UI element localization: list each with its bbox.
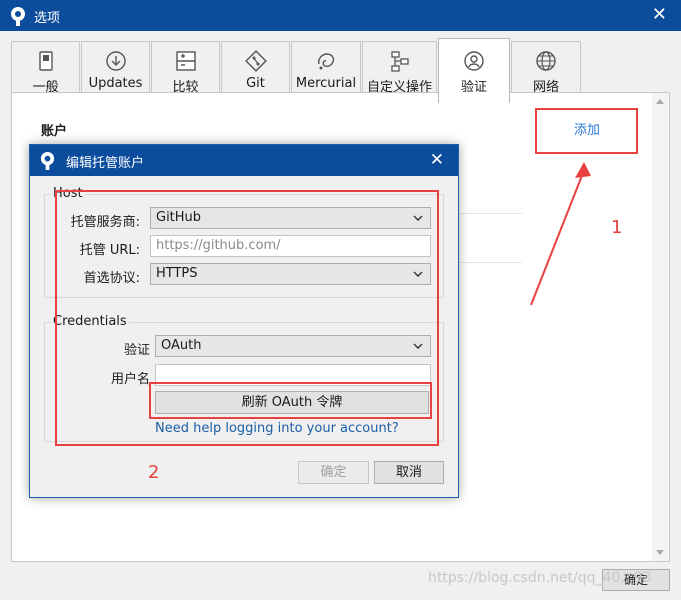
switch-icon	[38, 51, 53, 71]
user-icon	[464, 51, 484, 71]
globe-icon	[536, 51, 556, 71]
annotation-number-2: 2	[148, 462, 160, 483]
window-title: 选项	[34, 11, 61, 26]
scroll-down-arrow-icon[interactable]	[656, 550, 664, 555]
compare-icon	[175, 51, 196, 71]
annotation-box-add	[535, 108, 638, 154]
annotation-box-refresh	[149, 382, 432, 419]
dialog-titlebar: 编辑托管账户 ✕	[30, 145, 458, 176]
tab-authentication[interactable]: 验证	[438, 38, 510, 103]
dialog-title: 编辑托管账户	[66, 156, 145, 171]
custom-actions-icon	[390, 51, 409, 72]
accounts-heading: 账户	[41, 124, 68, 139]
account-row-divider	[452, 213, 522, 214]
window-close-button[interactable]: ✕	[652, 4, 667, 26]
watermark: https://blog.csdn.net/qq_40...93	[428, 570, 652, 586]
scroll-up-arrow-icon[interactable]	[656, 99, 664, 104]
window-titlebar: 选项 ✕	[0, 0, 681, 31]
panel-scrollbar[interactable]	[652, 93, 669, 561]
edit-hosted-account-dialog: 编辑托管账户 ✕ Host 托管服务商: GitHub 托管 URL: http…	[29, 144, 459, 498]
dialog-cancel-button[interactable]: 取消	[374, 461, 444, 484]
account-row-divider	[452, 262, 522, 263]
git-icon	[244, 50, 267, 72]
dialog-close-button[interactable]: ✕	[430, 149, 444, 171]
mercurial-icon	[318, 53, 335, 70]
tab-label: Mercurial	[295, 76, 357, 91]
tab-label: 验证	[460, 80, 487, 95]
sourcetree-logo-icon	[40, 152, 55, 170]
sourcetree-logo-icon	[11, 7, 25, 26]
download-icon	[105, 51, 126, 71]
tab-label: Updates	[88, 76, 143, 91]
tab-label: Git	[246, 76, 265, 91]
dialog-ok-button[interactable]: 确定	[298, 461, 369, 484]
annotation-number-1: 1	[611, 217, 623, 238]
